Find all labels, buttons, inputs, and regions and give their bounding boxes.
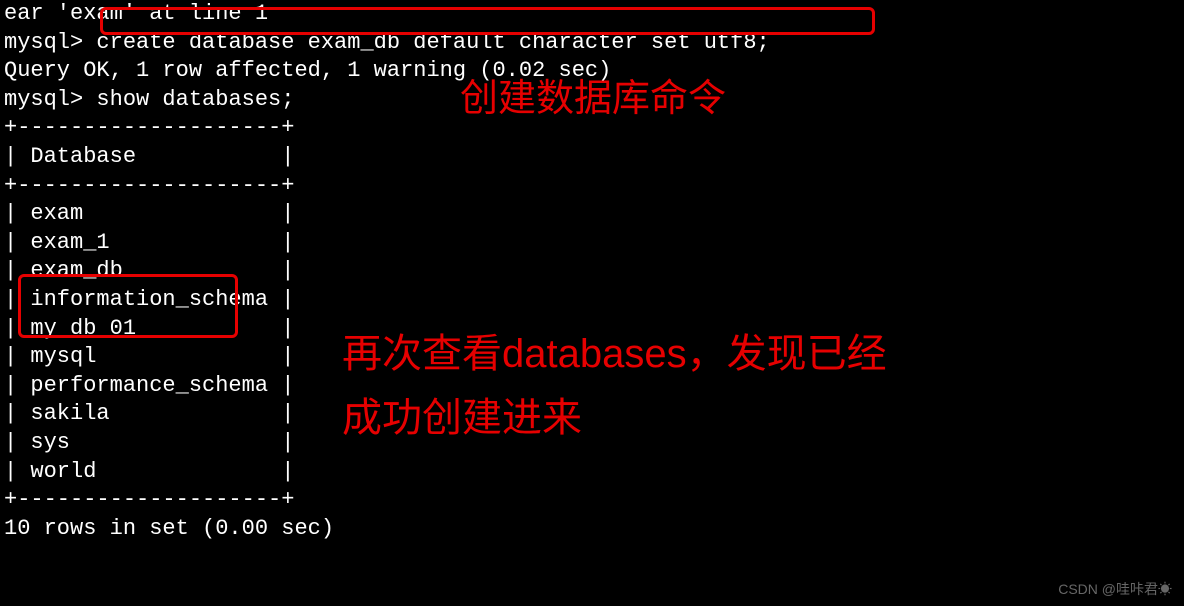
- annotation-create-db: 创建数据库命令: [460, 75, 726, 124]
- table-header: | Database |: [4, 143, 1180, 172]
- annotation-line: 再次查看databases，发现已经: [342, 322, 887, 386]
- table-divider-mid: +--------------------+: [4, 172, 1180, 201]
- table-row: | exam_1 |: [4, 229, 1180, 258]
- rows-in-set-line: 10 rows in set (0.00 sec): [4, 515, 1180, 544]
- show-databases-command[interactable]: show databases;: [96, 87, 294, 112]
- table-divider-bottom: +--------------------+: [4, 486, 1180, 515]
- highlight-exam-db-row: [18, 274, 238, 338]
- mysql-prompt: mysql>: [4, 87, 96, 112]
- table-row: | world |: [4, 458, 1180, 487]
- csdn-watermark: CSDN @哇咔君☀: [1058, 580, 1172, 598]
- highlight-create-command: [100, 7, 875, 35]
- annotation-line: 成功创建进来: [342, 386, 887, 450]
- annotation-verify-db: 再次查看databases，发现已经 成功创建进来: [342, 322, 887, 450]
- mysql-prompt: mysql>: [4, 30, 96, 55]
- table-row: | exam |: [4, 200, 1180, 229]
